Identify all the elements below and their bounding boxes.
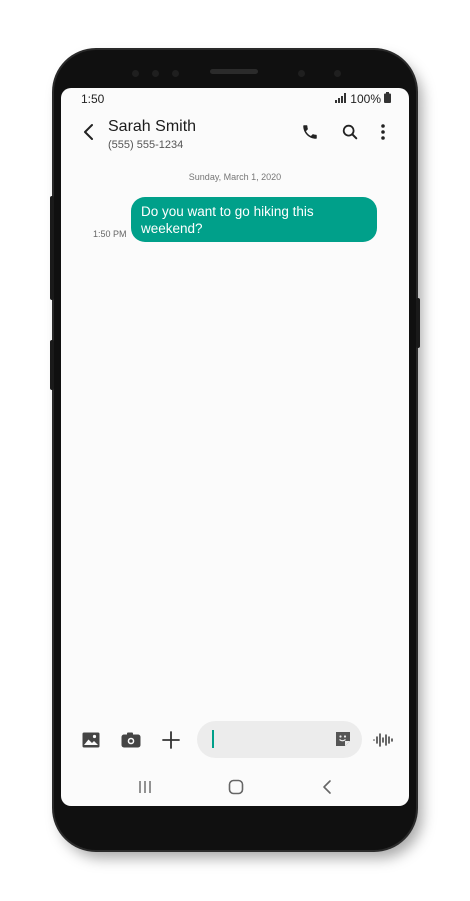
- battery-icon: [384, 92, 391, 106]
- back-icon[interactable]: [317, 778, 337, 796]
- back-arrow-icon[interactable]: [79, 122, 99, 142]
- screen: 1:50 100% Sarah Smith (555) 555-1234 Sun…: [61, 88, 409, 806]
- message-input[interactable]: [197, 721, 362, 758]
- earpiece-speaker: [210, 69, 258, 74]
- front-sensor: [172, 70, 179, 77]
- more-vert-icon[interactable]: [373, 122, 393, 142]
- front-sensor: [152, 70, 159, 77]
- battery-percent: 100%: [350, 92, 381, 106]
- sticker-icon[interactable]: [334, 730, 352, 748]
- text-cursor: [212, 730, 214, 748]
- contact-number: (555) 555-1234: [108, 139, 184, 151]
- message-composer: [61, 718, 409, 762]
- front-camera: [298, 70, 305, 77]
- outgoing-message-bubble[interactable]: Do you want to go hiking this weekend?: [131, 197, 377, 242]
- contact-name[interactable]: Sarah Smith: [108, 118, 196, 136]
- voice-icon[interactable]: [372, 729, 394, 751]
- bixby-button: [50, 340, 54, 390]
- conversation-header: Sarah Smith (555) 555-1234: [61, 110, 409, 162]
- plus-icon[interactable]: [160, 729, 182, 751]
- search-icon[interactable]: [340, 122, 360, 142]
- volume-up-button: [50, 196, 54, 300]
- navigation-bar: [61, 774, 409, 800]
- status-bar: 1:50 100%: [61, 88, 409, 110]
- home-icon[interactable]: [226, 778, 246, 796]
- status-indicators: 100%: [335, 92, 391, 106]
- front-sensor: [334, 70, 341, 77]
- power-button: [416, 298, 420, 348]
- recents-icon[interactable]: [135, 778, 155, 796]
- camera-icon[interactable]: [120, 729, 142, 751]
- phone-icon[interactable]: [300, 122, 320, 142]
- signal-icon: [335, 92, 347, 106]
- status-time: 1:50: [81, 92, 105, 106]
- message-time: 1:50 PM: [93, 229, 127, 239]
- front-sensor: [132, 70, 139, 77]
- date-separator: Sunday, March 1, 2020: [188, 172, 282, 182]
- gallery-icon[interactable]: [80, 729, 102, 751]
